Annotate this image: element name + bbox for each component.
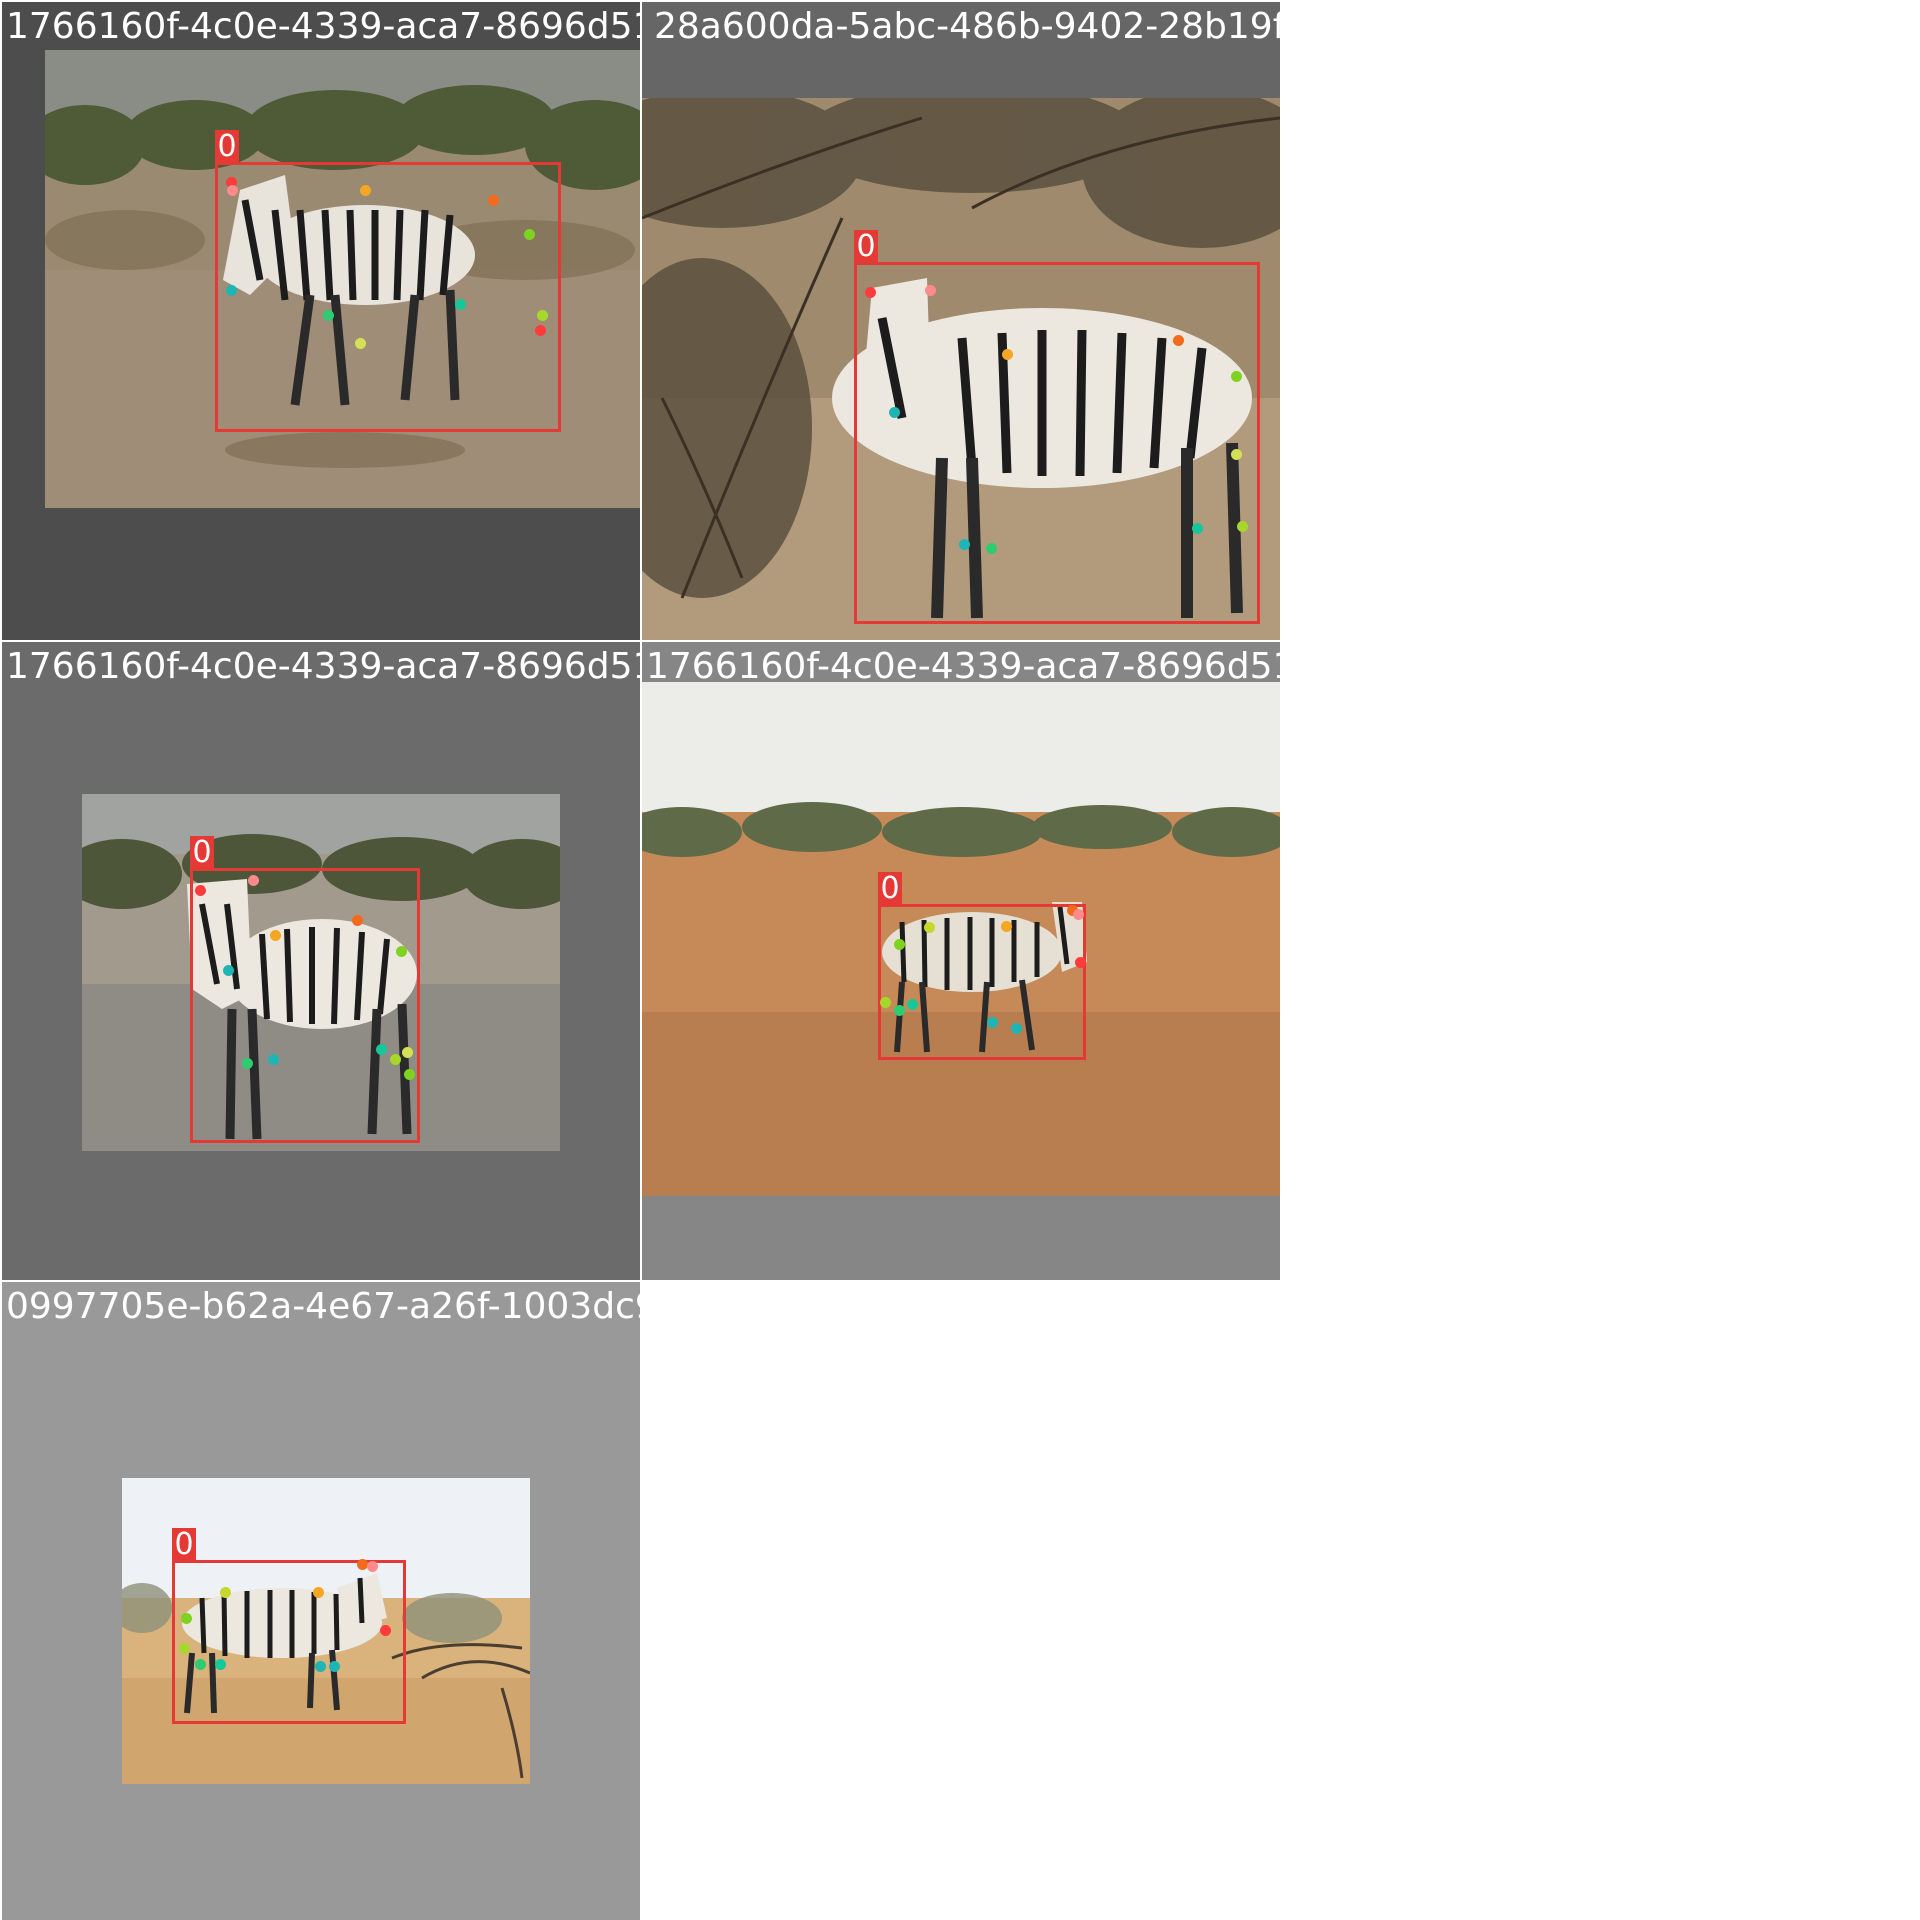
keypoint-marker	[247, 874, 259, 886]
keypoint-marker	[379, 1624, 391, 1636]
keypoint-marker	[1191, 522, 1203, 534]
keypoint-marker	[395, 945, 407, 957]
detection-box: 0	[190, 836, 420, 1143]
keypoint-marker	[312, 1586, 324, 1598]
keypoint-marker	[985, 542, 997, 554]
keypoint-marker	[1010, 1022, 1022, 1034]
keypoint-marker	[893, 938, 905, 950]
keypoint-marker	[359, 184, 371, 196]
class-label: 0	[878, 872, 902, 906]
keypoint-marker	[214, 1658, 226, 1670]
keypoint-marker	[958, 538, 970, 550]
keypoint-marker	[269, 929, 281, 941]
zebra-photo: 0	[642, 682, 1280, 1196]
detection-box: 0	[878, 872, 1086, 1060]
zebra-photo: 0	[642, 98, 1280, 640]
image-caption: 28a600da-5abc-486b-9402-28b19fd10264_fem	[654, 6, 1280, 47]
keypoint-marker	[906, 998, 918, 1010]
zebra-photo: 0	[45, 50, 640, 508]
keypoint-marker	[523, 228, 535, 240]
keypoint-marker	[322, 309, 334, 321]
keypoint-marker	[366, 1560, 378, 1572]
detection-box: 0	[854, 230, 1260, 624]
keypoint-marker	[879, 996, 891, 1008]
keypoint-marker	[356, 1558, 368, 1570]
image-caption: 0997705e-b62a-4e67-a26f-1003dc9c9885_mal	[6, 1286, 640, 1327]
keypoint-marker	[226, 184, 238, 196]
keypoint-marker	[178, 1642, 190, 1654]
mosaic-tile-4: 0 1766160f-4c0e-4339-aca7-8696d513128c_m…	[642, 642, 1280, 1280]
keypoint-marker	[267, 1053, 279, 1065]
class-label: 0	[215, 130, 239, 164]
image-caption: 1766160f-4c0e-4339-aca7-8696d513128c_mal	[6, 646, 640, 687]
keypoint-marker	[354, 337, 366, 349]
keypoint-marker	[389, 1053, 401, 1065]
keypoint-marker	[1074, 956, 1086, 968]
mosaic-tile-3: 0 1766160f-4c0e-4339-aca7-8696d513128c_m…	[2, 642, 640, 1280]
mosaic-tile-2: 0 28a600da-5abc-486b-9402-28b19fd10264_f…	[642, 2, 1280, 640]
mosaic-tile-1: 0 1766160f-4c0e-4339-aca7-8696d513128c_m…	[2, 2, 640, 640]
keypoint-marker	[1172, 334, 1184, 346]
class-label: 0	[172, 1528, 196, 1562]
keypoint-marker	[1000, 920, 1012, 932]
detection-box: 0	[172, 1528, 406, 1724]
keypoint-marker	[1072, 908, 1084, 920]
class-label: 0	[854, 230, 878, 264]
keypoint-marker	[225, 284, 237, 296]
keypoint-marker	[401, 1046, 413, 1058]
keypoint-marker	[1236, 520, 1248, 532]
keypoint-marker	[986, 1016, 998, 1028]
keypoint-marker	[194, 884, 206, 896]
keypoint-marker	[219, 1586, 231, 1598]
keypoint-marker	[375, 1043, 387, 1055]
keypoint-marker	[1230, 370, 1242, 382]
class-label: 0	[190, 836, 214, 870]
zebra-photo: 0	[122, 1478, 530, 1784]
keypoint-marker	[180, 1612, 192, 1624]
keypoint-marker	[923, 921, 935, 933]
keypoint-marker	[864, 286, 876, 298]
keypoint-marker	[487, 194, 499, 206]
keypoint-marker	[1230, 448, 1242, 460]
keypoint-marker	[454, 298, 466, 310]
keypoint-marker	[328, 1660, 340, 1672]
keypoint-marker	[351, 914, 363, 926]
mosaic-tile-5: 0 0997705e-b62a-4e67-a26f-1003dc9c9885_m…	[2, 1282, 640, 1920]
keypoint-marker	[888, 406, 900, 418]
keypoint-marker	[403, 1068, 415, 1080]
keypoint-marker	[1001, 348, 1013, 360]
keypoint-marker	[893, 1004, 905, 1016]
image-caption: 1766160f-4c0e-4339-aca7-8696d513128c_mal	[6, 6, 640, 47]
keypoint-marker	[924, 284, 936, 296]
keypoint-marker	[536, 309, 548, 321]
keypoint-marker	[534, 324, 546, 336]
zebra-photo: 0	[82, 794, 560, 1151]
keypoint-marker	[194, 1658, 206, 1670]
keypoint-marker	[222, 964, 234, 976]
keypoint-marker	[314, 1660, 326, 1672]
keypoint-marker	[241, 1057, 253, 1069]
detection-box: 0	[215, 130, 561, 432]
